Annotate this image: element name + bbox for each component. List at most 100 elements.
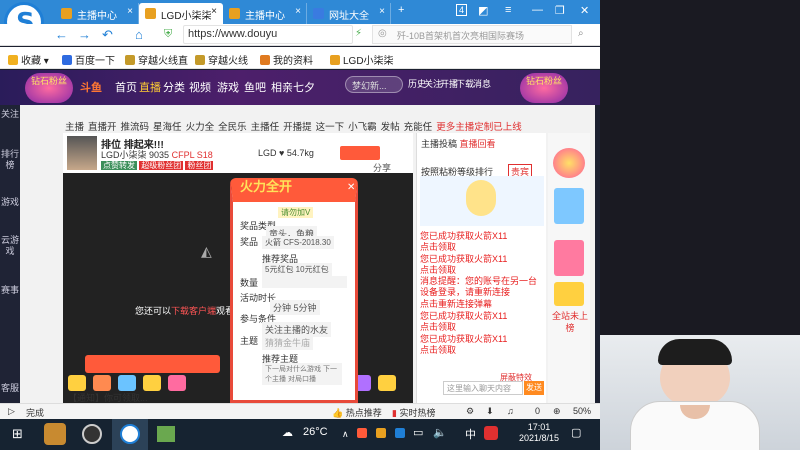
nav-category[interactable]: 分类 <box>163 79 185 95</box>
zoom-icon[interactable]: ⊕ <box>553 406 561 417</box>
event-card-3[interactable] <box>554 282 584 306</box>
sogou-ime-icon[interactable] <box>484 426 498 440</box>
sidebar-item-esports[interactable]: 赛事 <box>0 285 20 296</box>
message-icon[interactable]: 消息 <box>473 77 491 90</box>
chat-reconnect-link[interactable]: 点击重新连接弹幕 <box>420 299 544 310</box>
forward-icon[interactable]: → <box>78 27 91 42</box>
search-input[interactable]: 歼-10B首架机首次亮相国际赛场 <box>372 25 572 44</box>
bookmark-lgd[interactable]: LGD小柒柒 <box>330 52 394 67</box>
prize-select[interactable]: 火箭 CFS-2018.30 <box>262 236 334 249</box>
tab-anchor-center[interactable]: 主播中心 × <box>55 3 139 24</box>
home-icon[interactable]: ⌂ <box>135 27 143 42</box>
tab-count-badge[interactable]: 4 <box>456 4 468 16</box>
hot-recommend-button[interactable]: 👍 热点推荐 <box>332 406 382 419</box>
recommend-theme-value[interactable]: 下一局对什么游戏 下一个主播 对局口播 <box>262 363 342 385</box>
skin-icon[interactable]: ◩ <box>478 4 488 17</box>
tray-expand-icon[interactable]: ∧ <box>342 429 349 440</box>
follow-button[interactable] <box>340 146 380 160</box>
tray-app-icon[interactable] <box>395 428 405 438</box>
nav-home[interactable]: 首页 <box>115 79 137 95</box>
quantity-input[interactable] <box>262 276 347 288</box>
tab-url-nav[interactable]: 网址大全 × <box>307 3 391 24</box>
chat-input[interactable]: 这里输入聊天内容 <box>443 381 523 395</box>
download-status-icon[interactable]: ⬇ <box>486 406 494 417</box>
avatar[interactable] <box>67 136 97 170</box>
nav-video[interactable]: 视频 <box>189 79 211 95</box>
restore-icon[interactable]: ❐ <box>555 4 565 17</box>
bookmark-cf-live[interactable]: 穿越火线直 <box>125 52 188 67</box>
sidebar-item-follow[interactable]: 关注 <box>0 109 20 120</box>
clock[interactable]: 17:01 2021/8/15 <box>518 422 560 444</box>
sidebar-item-service[interactable]: 客服 <box>0 383 20 394</box>
realtime-hot-button[interactable]: ▮ 实时热榜 <box>392 406 435 419</box>
menu-icon[interactable]: ≡ <box>505 4 511 16</box>
obs-icon[interactable] <box>82 424 102 444</box>
window-close-icon[interactable]: ✕ <box>580 4 589 17</box>
search-submit-icon[interactable]: ⌕ <box>578 28 584 39</box>
event-badge-icon[interactable] <box>553 148 585 178</box>
bookmark-baidu[interactable]: 百度一下 <box>62 52 115 67</box>
duration-value[interactable]: 分钟 5分钟 <box>270 300 320 315</box>
fan-badge-left[interactable]: 钻石粉丝 <box>25 73 73 103</box>
room-category[interactable]: CFPL S18 <box>172 150 213 160</box>
tag-superfan[interactable]: 超级粉丝团 <box>139 161 184 170</box>
bookmark-favorites[interactable]: 收藏 ▾ <box>8 52 49 67</box>
event-card-2[interactable] <box>554 240 584 276</box>
site-logo[interactable]: 斗鱼 <box>80 79 102 95</box>
ime-indicator[interactable]: 中 <box>465 426 476 442</box>
nav-fishbar[interactable]: 鱼吧 <box>244 79 266 95</box>
tray-app-icon[interactable] <box>357 428 367 438</box>
nav-dating[interactable]: 相亲七夕 <box>271 79 315 95</box>
fan-badge-right[interactable]: 钻石粉丝 <box>520 73 568 103</box>
blocked-count[interactable]: 0 <box>535 406 540 416</box>
camera-app-icon[interactable] <box>157 426 175 442</box>
bookmark-cf[interactable]: 穿越火线 <box>195 52 248 67</box>
download-icon[interactable]: 下载 <box>456 77 474 90</box>
tab-anchor-center-2[interactable]: 主播中心 × <box>223 3 307 24</box>
sidebar-item-game[interactable]: 游戏 <box>0 197 20 208</box>
chat-claim-link[interactable]: 点击领取 <box>420 242 544 253</box>
tab-room[interactable]: LGD小柒柒 × <box>139 3 223 24</box>
tray-app-icon[interactable] <box>376 428 386 438</box>
close-icon[interactable]: × <box>379 6 385 17</box>
weather-temp[interactable]: 26°C <box>303 426 328 438</box>
download-client-link[interactable]: 下载客户端 <box>171 306 216 316</box>
app-icon[interactable] <box>44 423 66 445</box>
minimize-icon[interactable]: — <box>532 4 543 16</box>
tag-like[interactable]: 点赞转发 <box>101 161 137 170</box>
weather-icon[interactable]: ☁ <box>282 426 293 439</box>
notification-icon[interactable]: ▢ <box>571 426 581 439</box>
chat-claim-link[interactable]: 点击领取 <box>420 265 544 276</box>
sidebar-toggle-icon[interactable]: ▷ <box>8 406 15 417</box>
nav-live[interactable]: 直播 <box>139 79 161 95</box>
close-icon[interactable]: × <box>127 6 133 17</box>
theme-input[interactable]: 猜猜金牛庙 <box>262 335 314 350</box>
volume-icon[interactable]: 🔈 <box>433 426 447 439</box>
event-card-1[interactable] <box>554 188 584 224</box>
gift-banner[interactable] <box>85 355 220 373</box>
close-icon[interactable]: × <box>211 6 217 17</box>
sound-icon[interactable]: ♫ <box>507 406 514 416</box>
tag-fan[interactable]: 粉丝团 <box>185 161 214 170</box>
undo-icon[interactable]: ↶ <box>102 27 113 43</box>
network-icon[interactable]: ▭ <box>413 426 423 439</box>
popup-close-icon[interactable]: ✕ <box>347 182 355 193</box>
url-input[interactable]: https://www.douyu <box>188 26 338 44</box>
lightning-icon[interactable]: ⚡ <box>355 28 362 39</box>
sidebar-item-cloudgame[interactable]: 云游戏 <box>0 235 20 257</box>
chat-claim-link[interactable]: 点击领取 <box>420 322 544 333</box>
security-shield-icon[interactable]: ⛨ <box>164 28 172 41</box>
sidebar-item-rank[interactable]: 排行榜 <box>0 149 20 171</box>
zoom-level[interactable]: 50% <box>573 406 591 416</box>
recommend-prize-value[interactable]: 5元红包 10元红包 <box>262 263 332 276</box>
toolbox-icon[interactable]: ⚙ <box>466 406 474 417</box>
close-icon[interactable]: × <box>295 6 301 17</box>
site-search-input[interactable]: 梦幻新... <box>345 76 403 93</box>
send-button[interactable]: 发送 <box>524 381 544 395</box>
back-icon[interactable]: ← <box>55 27 68 42</box>
anchor-name[interactable]: LGD小柒柒 <box>101 150 147 160</box>
new-tab-icon[interactable]: + <box>398 4 404 16</box>
windows-start-icon[interactable]: ⊞ <box>12 426 23 442</box>
bookmark-profile[interactable]: 我的资料 <box>260 52 313 67</box>
nav-game[interactable]: 游戏 <box>217 79 239 95</box>
